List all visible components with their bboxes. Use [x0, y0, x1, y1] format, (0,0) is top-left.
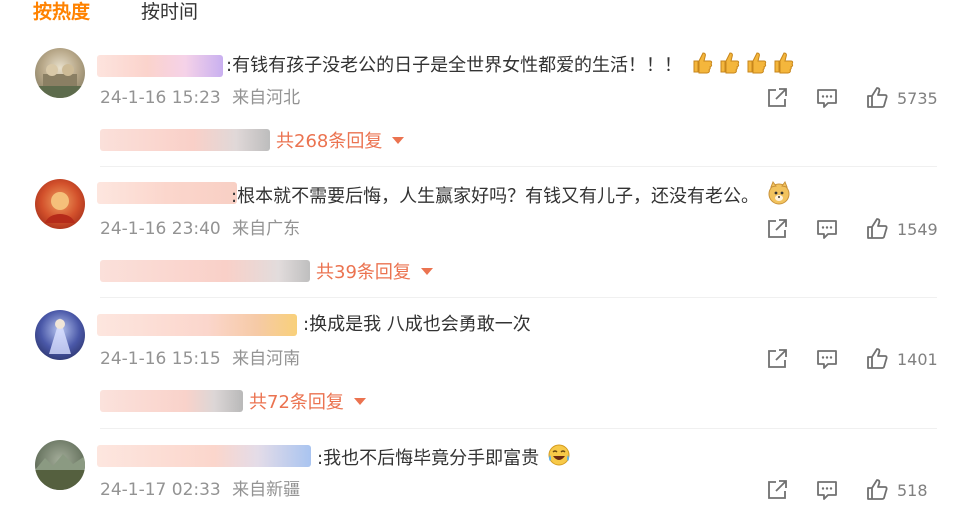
- comment-icon[interactable]: [815, 217, 839, 241]
- reply-count: 共72条回复: [249, 392, 344, 413]
- username-blurred[interactable]: [97, 314, 297, 336]
- share-icon[interactable]: [765, 86, 789, 110]
- reply-summary: 共39条回复: [100, 258, 433, 284]
- comment-location: 来自河北: [232, 88, 301, 108]
- comment-meta: 24-1-17 02:33 来自新疆: [100, 479, 300, 501]
- divider: [100, 297, 937, 298]
- avatar[interactable]: [35, 440, 85, 490]
- comment-text-row: :有钱有孩子没老公的日子是全世界女性都爱的生活！！！: [226, 50, 794, 82]
- like-icon[interactable]: [865, 347, 889, 371]
- tab-by-popularity[interactable]: 按热度: [33, 0, 90, 24]
- comment-text: :换成是我 八成也会勇敢一次: [303, 314, 531, 335]
- reply-preview-blurred: [100, 390, 243, 412]
- reply-preview-blurred: [100, 129, 270, 151]
- view-replies-link[interactable]: 共72条回复: [249, 388, 366, 414]
- comment-location: 来自河南: [232, 349, 301, 369]
- avatar[interactable]: [35, 310, 85, 360]
- comment-actions: 1401: [739, 347, 938, 371]
- share-icon[interactable]: [765, 478, 789, 502]
- comment-meta: 24-1-16 15:23 来自河北: [100, 87, 300, 109]
- view-replies-link[interactable]: 共39条回复: [316, 258, 433, 284]
- chevron-down-icon: [353, 397, 366, 405]
- comment-actions: 518: [739, 478, 937, 502]
- share-icon[interactable]: [765, 347, 789, 371]
- like-count: 1401: [897, 349, 938, 369]
- reply-preview-blurred: [100, 260, 310, 282]
- reply-count: 共268条回复: [276, 131, 383, 152]
- comment-text-row: :根本就不需要后悔，人生赢家好吗？有钱又有儿子，还没有老公。: [231, 180, 791, 213]
- comment-text: :我也不后悔毕竟分手即富贵: [317, 448, 540, 469]
- username-blurred[interactable]: [97, 55, 223, 77]
- divider: [100, 166, 937, 167]
- comment-time: 24-1-17 02:33: [100, 480, 221, 500]
- comment-location: 来自广东: [232, 219, 301, 239]
- comment-actions: 1549: [739, 217, 938, 241]
- comment-time: 24-1-16 23:40: [100, 219, 221, 239]
- like-count: 518: [897, 480, 928, 500]
- thumbs-up-emoji: [690, 50, 794, 82]
- like-icon[interactable]: [865, 217, 889, 241]
- divider: [100, 428, 937, 429]
- avatar[interactable]: [35, 48, 85, 98]
- view-replies-link[interactable]: 共268条回复: [276, 127, 405, 153]
- comment-text-row: :换成是我 八成也会勇敢一次: [303, 312, 531, 338]
- like-count: 5735: [897, 88, 938, 108]
- comment-meta: 24-1-16 23:40 来自广东: [100, 218, 300, 240]
- reply-summary: 共72条回复: [100, 388, 366, 414]
- like-icon[interactable]: [865, 478, 889, 502]
- tab-by-time[interactable]: 按时间: [141, 0, 198, 24]
- comment-time: 24-1-16 15:23: [100, 88, 221, 108]
- like-icon[interactable]: [865, 86, 889, 110]
- comment-icon[interactable]: [815, 478, 839, 502]
- comment-meta: 24-1-16 15:15 来自河南: [100, 348, 300, 370]
- comment-location: 来自新疆: [232, 480, 301, 500]
- sort-tabs: 按热度 按时间: [0, 0, 967, 28]
- username-blurred[interactable]: [97, 182, 237, 204]
- like-count: 1549: [897, 219, 938, 239]
- avatar[interactable]: [35, 179, 85, 229]
- comment-text: :根本就不需要后悔，人生赢家好吗？有钱又有儿子，还没有老公。: [231, 186, 760, 207]
- doge-emoji: [767, 180, 791, 213]
- username-blurred[interactable]: [97, 445, 311, 467]
- reply-summary: 共268条回复: [100, 127, 405, 153]
- comment-time: 24-1-16 15:15: [100, 349, 221, 369]
- comment-text: :有钱有孩子没老公的日子是全世界女性都爱的生活！！！: [226, 55, 683, 76]
- chevron-down-icon: [392, 136, 405, 144]
- comment-icon[interactable]: [815, 86, 839, 110]
- comment-text-row: :我也不后悔毕竟分手即富贵: [317, 443, 571, 475]
- chevron-down-icon: [420, 267, 433, 275]
- reply-count: 共39条回复: [316, 262, 411, 283]
- laughing-tears-emoji: [547, 443, 571, 475]
- comment-icon[interactable]: [815, 347, 839, 371]
- comment-actions: 5735: [739, 86, 938, 110]
- share-icon[interactable]: [765, 217, 789, 241]
